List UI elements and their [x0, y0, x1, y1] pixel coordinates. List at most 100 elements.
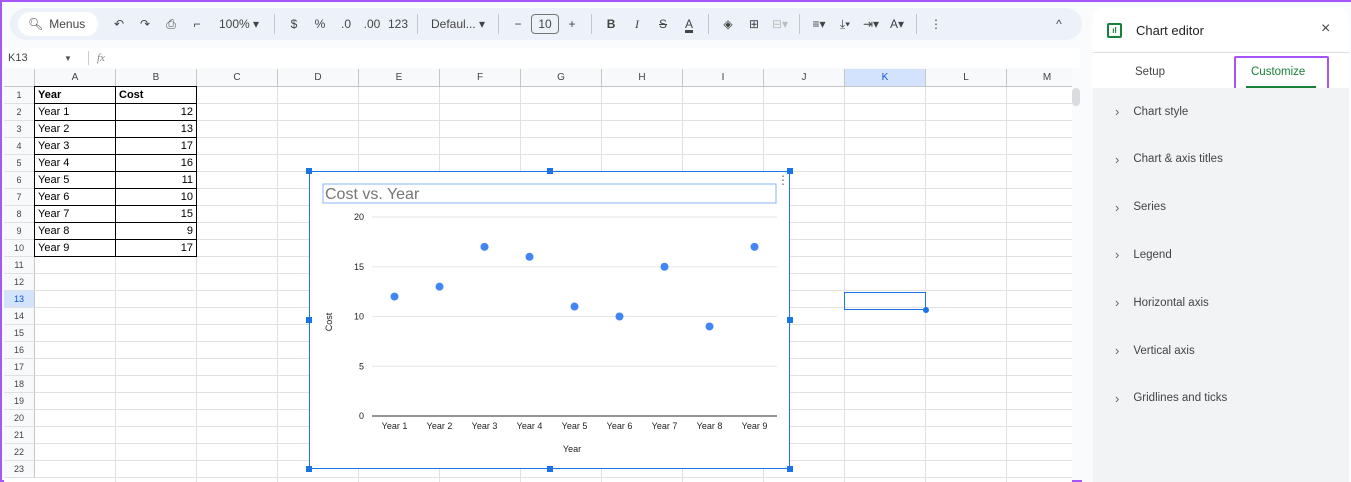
row-header-8[interactable]: 8 — [4, 206, 35, 223]
row-header-18[interactable]: 18 — [4, 376, 35, 393]
cost-cell[interactable]: 12 — [115, 103, 197, 121]
column-header-f[interactable]: F — [440, 69, 521, 87]
redo-icon[interactable]: ↷ — [132, 12, 158, 36]
year-cell[interactable]: Year 3 — [34, 137, 116, 155]
column-header-e[interactable]: E — [359, 69, 440, 87]
select-all-corner[interactable] — [4, 69, 35, 87]
year-cell[interactable]: Year 4 — [34, 154, 116, 172]
column-header-k[interactable]: K — [845, 69, 926, 87]
row-header-10[interactable]: 10 — [4, 240, 35, 257]
zoom-select[interactable]: 100% ▾ — [210, 12, 268, 36]
year-cell[interactable]: Year 8 — [34, 222, 116, 240]
resize-handle[interactable] — [306, 168, 312, 174]
resize-handle[interactable] — [787, 168, 793, 174]
cost-cell[interactable]: 10 — [115, 188, 197, 206]
collapse-toolbar-icon[interactable]: ^ — [1046, 12, 1072, 36]
cost-cell[interactable]: 17 — [115, 137, 197, 155]
formula-input[interactable] — [105, 48, 1080, 68]
row-header-9[interactable]: 9 — [4, 223, 35, 240]
decrease-decimal-button[interactable]: .0 — [333, 12, 359, 36]
resize-handle[interactable] — [306, 466, 312, 472]
year-cell[interactable]: Year 2 — [34, 120, 116, 138]
menus-search[interactable]: 🔍︎ Menus — [18, 12, 98, 36]
section-chart-style[interactable]: › Chart style — [1115, 104, 1188, 119]
font-size-input[interactable]: 10 — [531, 14, 560, 34]
column-header-l[interactable]: L — [926, 69, 1007, 87]
row-header-7[interactable]: 7 — [4, 189, 35, 206]
row-header-21[interactable]: 21 — [4, 427, 35, 444]
paint-format-icon[interactable]: ⌐ — [184, 12, 210, 36]
tab-setup[interactable]: Setup — [1135, 66, 1165, 78]
column-header-a[interactable]: A — [35, 69, 116, 87]
align-icon[interactable]: ≡▾ — [806, 12, 832, 36]
strikethrough-icon[interactable]: S — [650, 12, 676, 36]
undo-icon[interactable]: ↶ — [106, 12, 132, 36]
row-header-11[interactable]: 11 — [4, 257, 35, 274]
section-horizontal-axis[interactable]: › Horizontal axis — [1115, 295, 1209, 310]
chevron-down-icon[interactable]: ▼ — [64, 54, 80, 63]
section-gridlines-and-ticks[interactable]: › Gridlines and ticks — [1115, 391, 1227, 406]
scatter-chart[interactable]: Cost vs. Year ⋮ Cost Year 0 5 10 15 20 Year 1… — [306, 168, 793, 472]
cost-cell[interactable]: 16 — [115, 154, 197, 172]
currency-button[interactable]: $ — [281, 12, 307, 36]
resize-handle[interactable] — [547, 168, 553, 174]
resize-handle[interactable] — [547, 466, 553, 472]
chart-menu-icon[interactable]: ⋮ — [777, 173, 789, 187]
row-header-15[interactable]: 15 — [4, 325, 35, 342]
year-cell[interactable]: Year 1 — [34, 103, 116, 121]
column-header-m[interactable]: M — [1007, 69, 1072, 87]
row-header-20[interactable]: 20 — [4, 410, 35, 427]
row-header-19[interactable]: 19 — [4, 393, 35, 410]
fill-color-icon[interactable]: ◈ — [715, 12, 741, 36]
text-color-icon[interactable]: A — [676, 12, 702, 36]
bold-button[interactable]: B — [598, 12, 624, 36]
selected-cell-k13[interactable] — [844, 292, 926, 310]
fill-handle[interactable] — [923, 307, 929, 313]
column-header-j[interactable]: J — [764, 69, 845, 87]
print-icon[interactable]: ⎙ — [158, 12, 184, 36]
header-cell[interactable]: Cost — [115, 86, 197, 104]
column-header-g[interactable]: G — [521, 69, 602, 87]
font-size-increase[interactable]: + — [559, 12, 585, 36]
resize-handle[interactable] — [306, 317, 312, 323]
row-header-2[interactable]: 2 — [4, 104, 35, 121]
row-header-3[interactable]: 3 — [4, 121, 35, 138]
row-header-6[interactable]: 6 — [4, 172, 35, 189]
year-cell[interactable]: Year 9 — [34, 239, 116, 257]
chart-title[interactable]: Cost vs. Year — [325, 186, 420, 203]
name-box[interactable]: K13 — [4, 52, 64, 64]
cost-cell[interactable]: 15 — [115, 205, 197, 223]
column-header-c[interactable]: C — [197, 69, 278, 87]
column-header-h[interactable]: H — [602, 69, 683, 87]
section-chart-axis-titles[interactable]: › Chart & axis titles — [1115, 152, 1223, 167]
close-icon[interactable]: × — [1321, 20, 1330, 38]
row-header-13[interactable]: 13 — [4, 291, 35, 308]
header-cell[interactable]: Year — [34, 86, 116, 104]
more-formats-button[interactable]: 123 — [385, 12, 411, 36]
text-rotation-icon[interactable]: A▾ — [884, 12, 910, 36]
year-cell[interactable]: Year 6 — [34, 188, 116, 206]
percent-button[interactable]: % — [307, 12, 333, 36]
column-header-i[interactable]: I — [683, 69, 764, 87]
cost-cell[interactable]: 11 — [115, 171, 197, 189]
row-header-14[interactable]: 14 — [4, 308, 35, 325]
borders-icon[interactable]: ⊞ — [741, 12, 767, 36]
text-wrap-icon[interactable]: ⇥▾ — [858, 12, 884, 36]
row-header-16[interactable]: 16 — [4, 342, 35, 359]
section-series[interactable]: › Series — [1115, 200, 1166, 215]
font-select[interactable]: Defaul... ▾ — [424, 12, 492, 36]
row-header-23[interactable]: 23 — [4, 461, 35, 478]
italic-button[interactable]: I — [624, 12, 650, 36]
section-legend[interactable]: › Legend — [1115, 247, 1172, 262]
resize-handle[interactable] — [787, 317, 793, 323]
cost-cell[interactable]: 13 — [115, 120, 197, 138]
row-header-1[interactable]: 1 — [4, 87, 35, 104]
year-cell[interactable]: Year 5 — [34, 171, 116, 189]
merge-cells-icon[interactable]: ⊟▾ — [767, 12, 793, 36]
cost-cell[interactable]: 9 — [115, 222, 197, 240]
resize-handle[interactable] — [787, 466, 793, 472]
row-header-12[interactable]: 12 — [4, 274, 35, 291]
row-header-4[interactable]: 4 — [4, 138, 35, 155]
cost-cell[interactable]: 17 — [115, 239, 197, 257]
row-header-5[interactable]: 5 — [4, 155, 35, 172]
